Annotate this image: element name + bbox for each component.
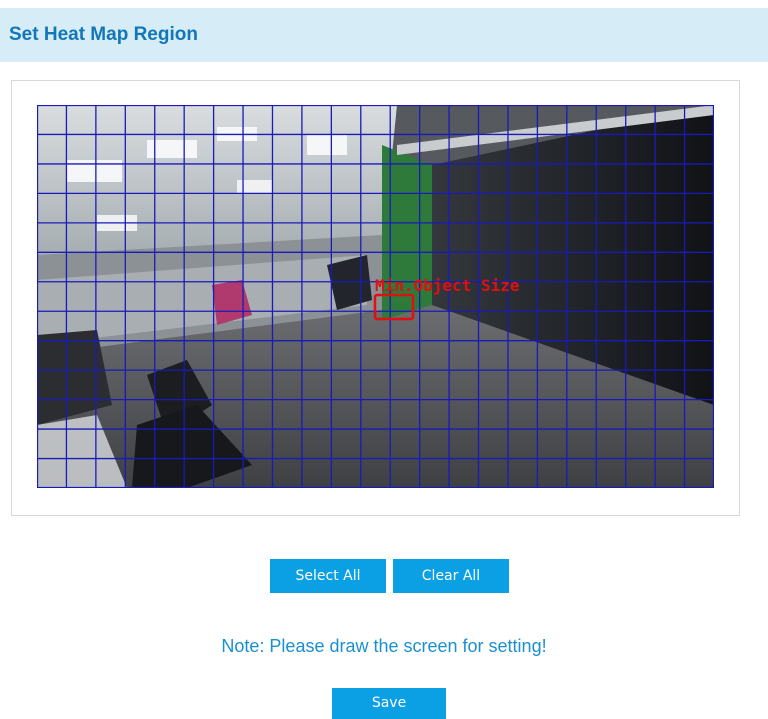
clear-all-button[interactable]: Clear All — [393, 559, 509, 593]
camera-view[interactable]: Min.Object Size — [37, 105, 714, 488]
ceiling-light — [307, 135, 347, 155]
setting-note: Note: Please draw the screen for setting… — [221, 636, 547, 656]
save-button[interactable]: Save — [332, 688, 446, 719]
heat-map-canvas[interactable]: Min.Object Size — [37, 105, 714, 488]
section-header: Set Heat Map Region — [0, 8, 768, 62]
ceiling-light — [237, 180, 272, 194]
min-object-size-label: Min.Object Size — [375, 276, 520, 295]
select-all-button[interactable]: Select All — [270, 559, 386, 593]
section-title: Set Heat Map Region — [9, 24, 198, 45]
